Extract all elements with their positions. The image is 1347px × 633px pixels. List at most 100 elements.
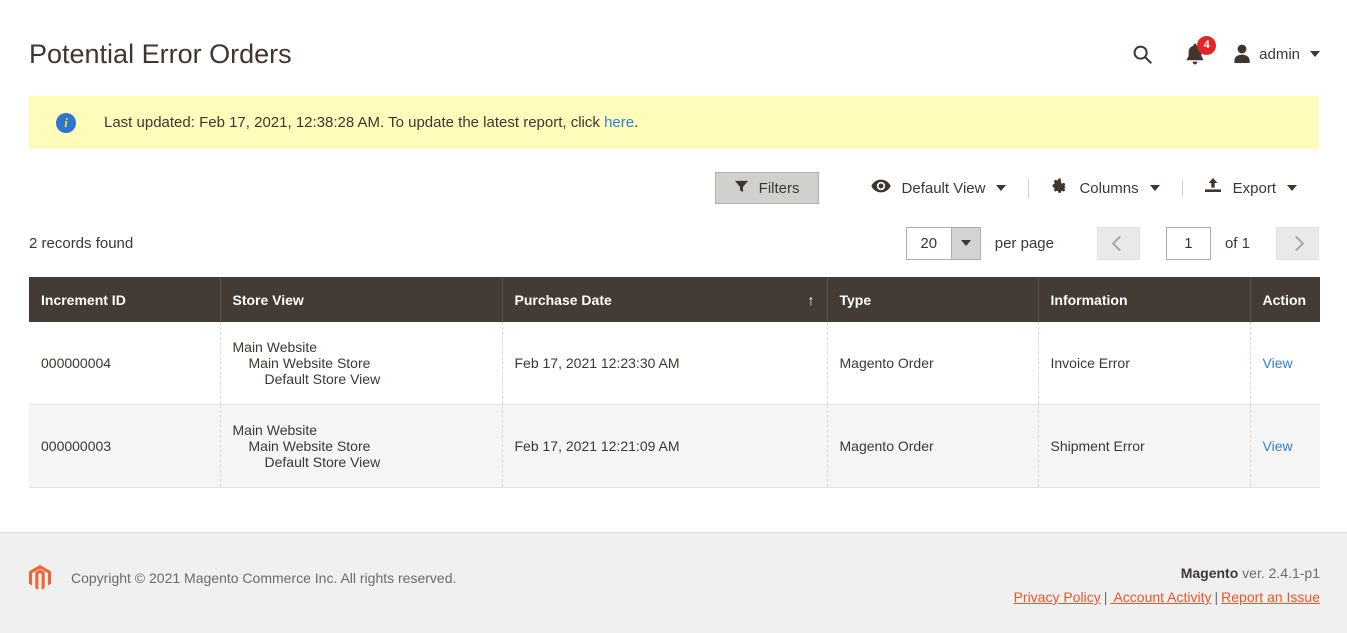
search-button[interactable] — [1115, 34, 1169, 74]
default-view-dropdown[interactable]: Default View — [849, 179, 1029, 198]
columns-dropdown[interactable]: Columns — [1028, 177, 1181, 200]
gear-icon — [1050, 177, 1068, 200]
view-link[interactable]: View — [1263, 438, 1293, 454]
footer-separator: | — [1214, 589, 1219, 605]
eye-icon — [870, 179, 891, 198]
table-row[interactable]: 000000003 Main Website Main Website Stor… — [29, 404, 1320, 488]
chevron-down-icon — [996, 185, 1007, 191]
store-view-view: Default Store View — [264, 454, 381, 470]
footer-right: Magento ver. 2.4.1-p1 Privacy Policy | Ac… — [1014, 565, 1320, 605]
magento-logo-icon — [29, 565, 51, 590]
bell-icon: 4 — [1185, 36, 1217, 65]
cell-increment-id: 000000004 — [29, 322, 221, 405]
grid-controls: 2 records found 20 per page of 1 — [29, 224, 1319, 262]
filters-label: Filters — [758, 179, 800, 197]
chevron-down-icon — [1149, 185, 1160, 191]
chevron-right-icon — [1288, 235, 1304, 251]
pager: 20 per page of 1 — [905, 226, 1319, 260]
table-header: Increment ID Store View Purchase Date ↑ T… — [29, 277, 1320, 322]
copyright-text: Copyright © 2021 Magento Commerce Inc. A… — [71, 569, 457, 586]
grid-toolbar: Filters Default View Columns Export — [29, 168, 1319, 208]
upload-icon — [1204, 177, 1222, 199]
page-footer: Copyright © 2021 Magento Commerce Inc. A… — [0, 532, 1347, 633]
store-view-website: Main Website — [232, 339, 318, 355]
column-header-purchase-date[interactable]: Purchase Date ↑ — [502, 277, 828, 322]
columns-label: Columns — [1079, 179, 1139, 197]
cell-purchase-date: Feb 17, 2021 12:23:30 AM — [502, 322, 828, 405]
page-number-input[interactable] — [1165, 226, 1211, 260]
cell-purchase-date: Feb 17, 2021 12:21:09 AM — [502, 404, 828, 488]
search-icon — [1131, 43, 1153, 65]
store-view-store: Main Website Store — [248, 438, 371, 454]
sort-ascending-icon: ↑ — [807, 291, 815, 308]
next-page-button[interactable] — [1276, 226, 1319, 260]
per-page-select[interactable]: 20 — [905, 226, 981, 260]
header-tools: 4 admin — [1115, 34, 1320, 74]
column-header-store-view[interactable]: Store View — [220, 277, 503, 322]
default-view-label: Default View — [901, 179, 986, 197]
per-page-dropdown-toggle[interactable] — [950, 227, 980, 259]
notice-message: Last updated: Feb 17, 2021, 12:38:28 AM.… — [104, 114, 638, 131]
column-label: Purchase Date — [514, 291, 612, 308]
footer-left: Copyright © 2021 Magento Commerce Inc. A… — [29, 565, 456, 590]
notice-banner: i Last updated: Feb 17, 2021, 12:38:28 A… — [29, 96, 1319, 149]
column-header-type[interactable]: Type — [827, 277, 1039, 322]
table-body: 000000004 Main Website Main Website Stor… — [29, 322, 1320, 488]
version-line: Magento ver. 2.4.1-p1 — [1014, 565, 1320, 581]
cell-action: View — [1250, 404, 1320, 488]
cell-type: Magento Order — [827, 404, 1039, 488]
info-icon: i — [56, 112, 76, 133]
cell-increment-id: 000000003 — [29, 404, 221, 488]
funnel-icon — [734, 179, 749, 198]
column-header-increment-id[interactable]: Increment ID — [29, 277, 221, 322]
store-view-view: Default Store View — [264, 371, 381, 387]
column-header-action: Action — [1250, 277, 1320, 322]
column-label: Increment ID — [41, 291, 126, 308]
notice-update-link[interactable]: here — [604, 114, 634, 131]
chevron-down-icon — [960, 240, 971, 246]
column-header-information[interactable]: Information — [1038, 277, 1251, 322]
chevron-down-icon — [1287, 185, 1297, 191]
store-view-store: Main Website Store — [248, 355, 371, 371]
cell-information: Shipment Error — [1038, 404, 1251, 488]
privacy-policy-link[interactable]: Privacy Policy — [1014, 589, 1101, 605]
account-menu[interactable]: admin — [1221, 44, 1320, 64]
cell-store-view: Main Website Main Website Store Default … — [220, 404, 503, 488]
view-link[interactable]: View — [1263, 355, 1293, 371]
column-label: Type — [839, 291, 872, 308]
column-label: Action — [1262, 291, 1307, 308]
per-page-value: 20 — [920, 234, 938, 252]
account-name: admin — [1259, 45, 1300, 63]
chevron-down-icon — [1310, 51, 1320, 57]
cell-store-view: Main Website Main Website Store Default … — [220, 322, 503, 405]
notice-text-before: Last updated: Feb 17, 2021, 12:38:28 AM.… — [104, 114, 605, 131]
export-dropdown[interactable]: Export — [1181, 177, 1319, 199]
table-header-row: Increment ID Store View Purchase Date ↑ T… — [29, 277, 1320, 322]
page-title: Potential Error Orders — [29, 38, 292, 69]
store-view-website: Main Website — [232, 422, 318, 438]
account-activity-link[interactable]: Account Activity — [1110, 589, 1211, 605]
table-row[interactable]: 000000004 Main Website Main Website Stor… — [29, 322, 1320, 405]
total-pages-label: of 1 — [1224, 234, 1250, 252]
report-issue-link[interactable]: Report an Issue — [1221, 589, 1320, 605]
footer-separator: | — [1103, 589, 1108, 605]
per-page-label: per page — [994, 234, 1054, 252]
cell-information: Invoice Error — [1038, 322, 1251, 405]
filters-button[interactable]: Filters — [714, 172, 819, 204]
column-label: Information — [1050, 291, 1128, 308]
chevron-left-icon — [1112, 235, 1128, 251]
user-icon — [1233, 44, 1251, 64]
brand-name: Magento — [1180, 565, 1239, 581]
previous-page-button[interactable] — [1096, 226, 1140, 260]
orders-table: Increment ID Store View Purchase Date ↑ T… — [29, 277, 1320, 488]
notification-count-badge: 4 — [1197, 36, 1217, 55]
page-root: Potential Error Orders 4 admin i Last up… — [0, 0, 1347, 633]
export-label: Export — [1232, 179, 1276, 197]
notifications-button[interactable]: 4 — [1169, 34, 1221, 74]
notice-text-after: . — [634, 114, 639, 131]
cell-type: Magento Order — [827, 322, 1039, 405]
records-found-label: 2 records found — [29, 234, 134, 252]
page-header: Potential Error Orders 4 admin — [0, 0, 1347, 84]
cell-action: View — [1250, 322, 1320, 405]
version-number: ver. 2.4.1-p1 — [1238, 565, 1320, 581]
